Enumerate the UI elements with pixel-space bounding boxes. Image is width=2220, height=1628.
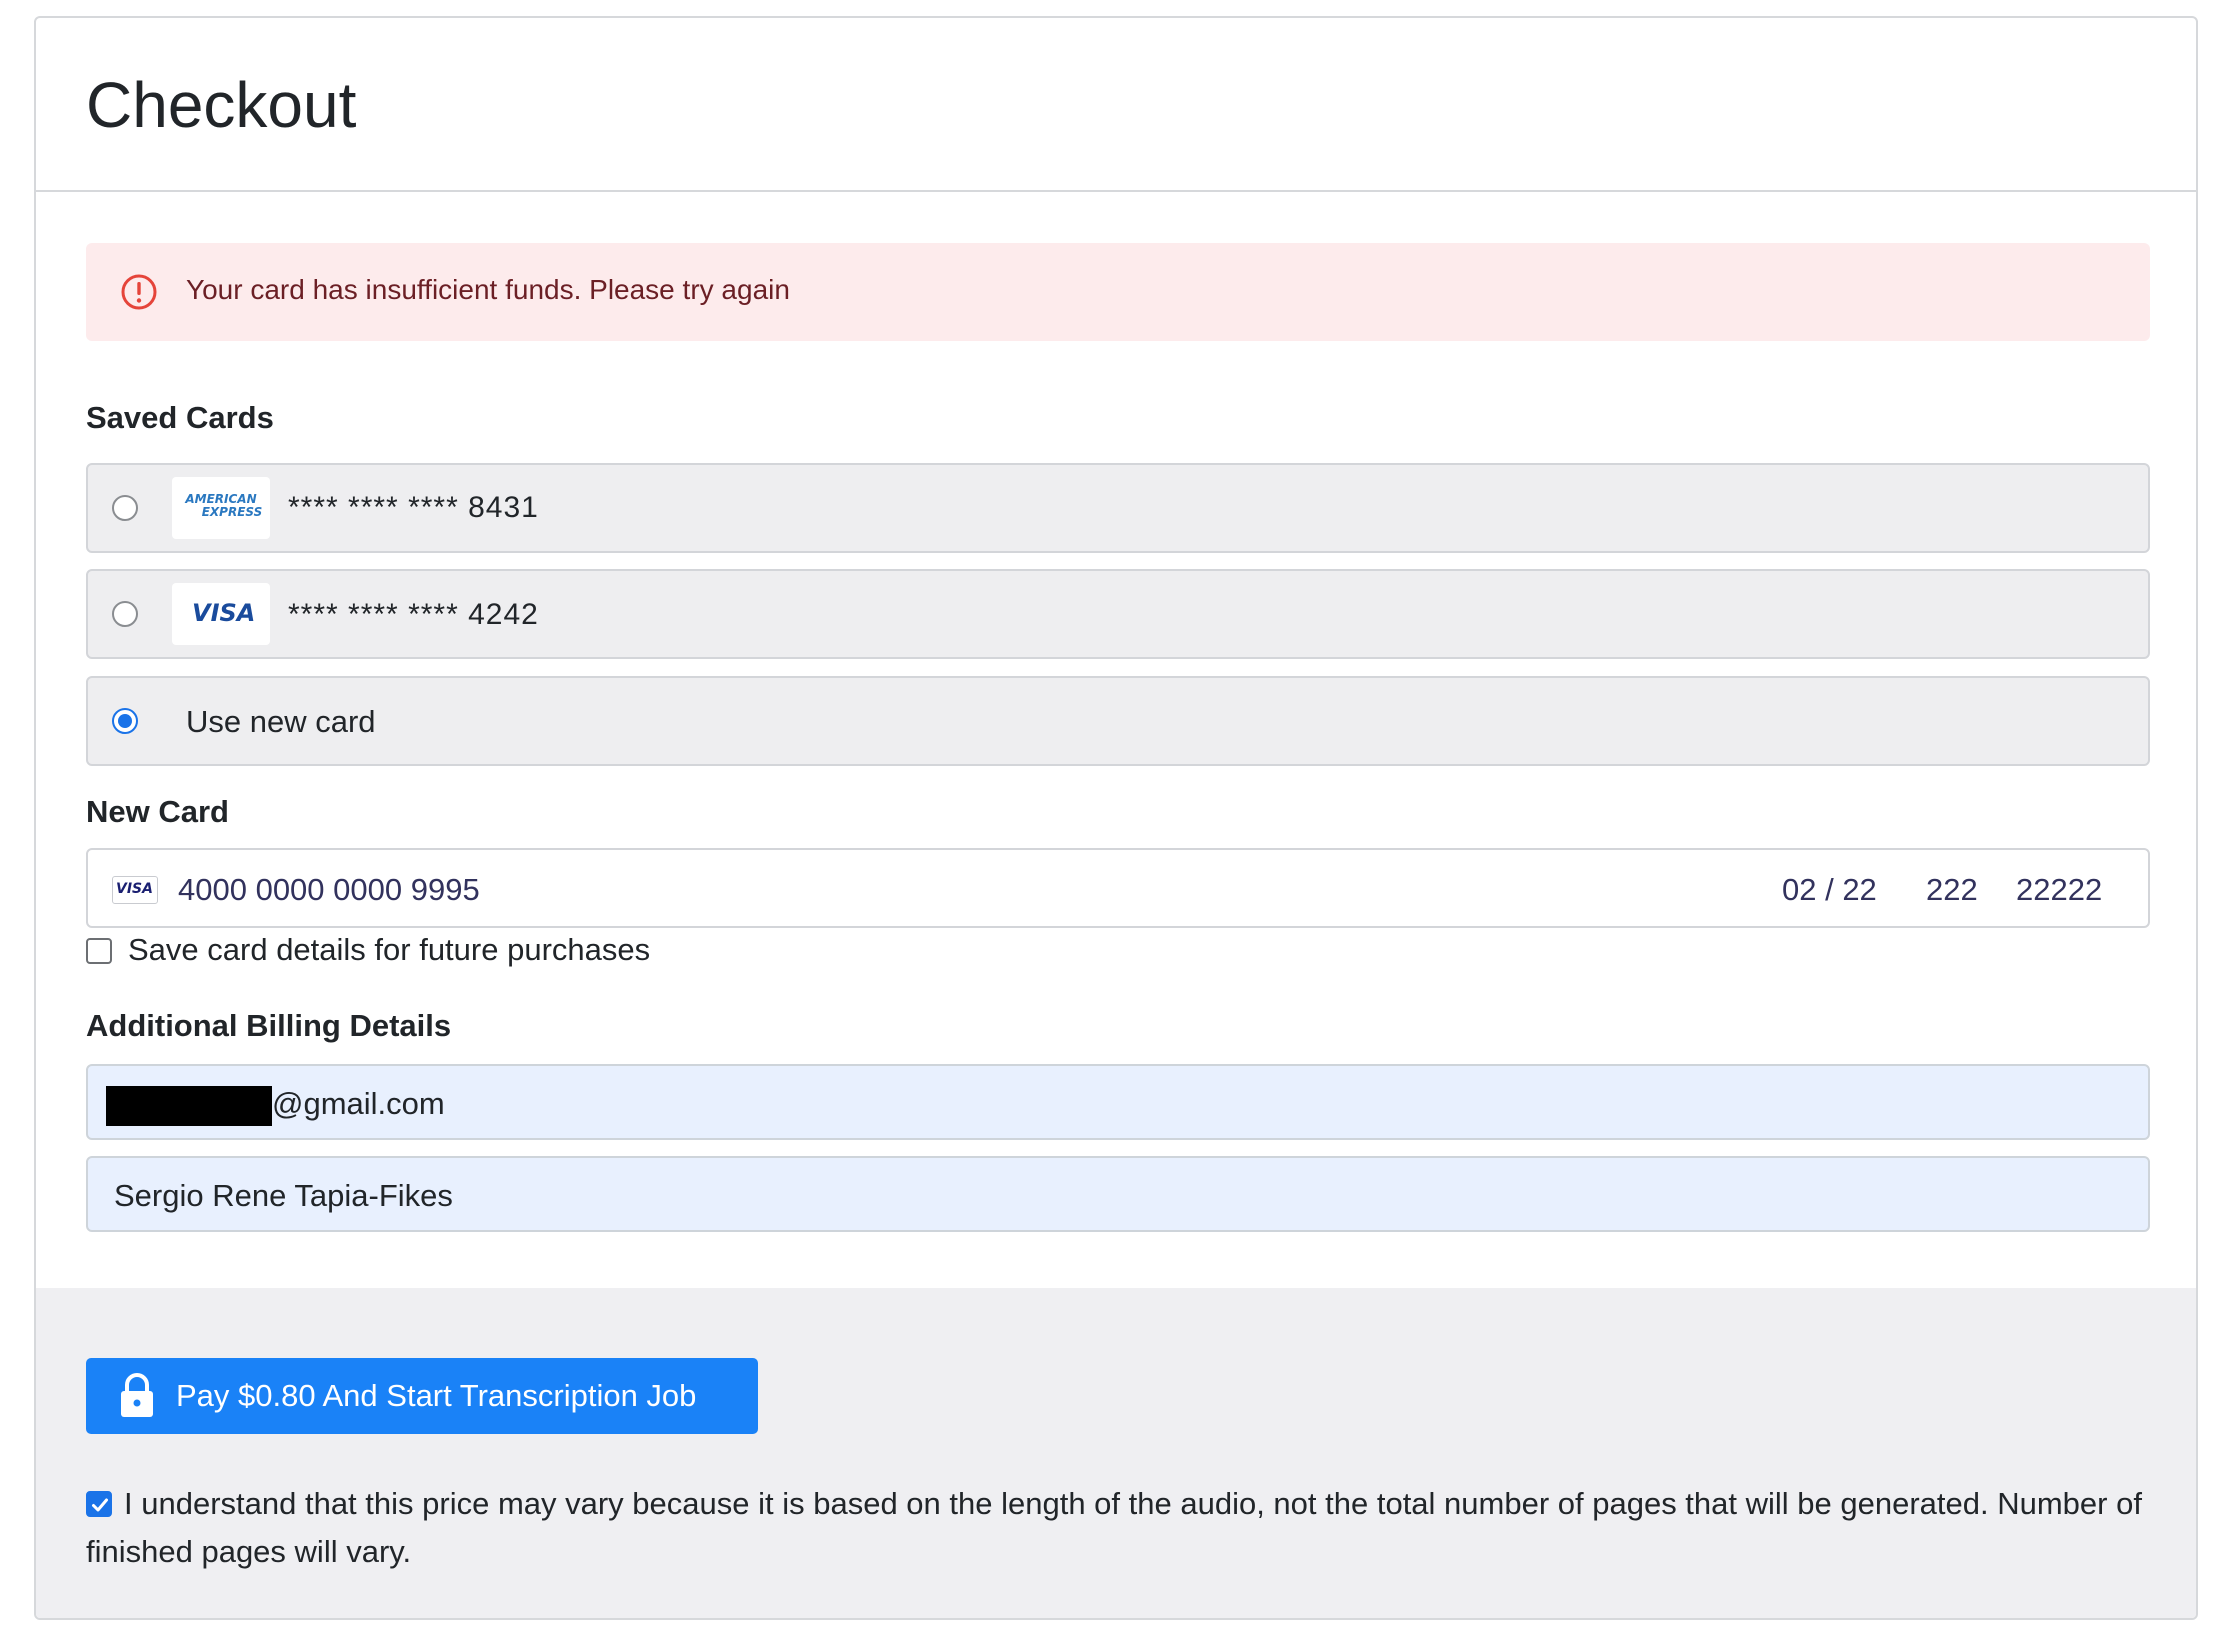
amex-logo-line2: EXPRESS <box>201 505 263 519</box>
card-cvc-input[interactable]: 222 <box>1926 872 1978 908</box>
new-card-label: New Card <box>86 794 229 829</box>
redacted-block <box>106 1086 272 1126</box>
visa-logo: VISA <box>172 583 270 645</box>
checkmark-icon <box>92 1498 108 1512</box>
saved-card-visa[interactable]: VISA **** **** **** 4242 <box>86 569 2150 659</box>
card-zip-input[interactable]: 22222 <box>2016 872 2102 908</box>
email-field[interactable]: @gmail.com <box>86 1064 2150 1140</box>
checkout-card: Checkout Your card has insufficient fund… <box>34 16 2198 1620</box>
radio-amex[interactable] <box>112 495 138 521</box>
pay-button-label: Pay $0.80 And Start Transcription Job <box>176 1378 697 1413</box>
card-mask: **** **** **** 8431 <box>288 491 539 525</box>
save-card-checkbox[interactable] <box>86 938 112 964</box>
error-alert: Your card has insufficient funds. Please… <box>86 243 2150 341</box>
card-mask-stars: **** **** **** <box>288 598 459 631</box>
name-value: Sergio Rene Tapia-Fikes <box>114 1178 453 1213</box>
price-disclaimer: I understand that this price may vary be… <box>86 1480 2166 1576</box>
saved-cards-label: Saved Cards <box>86 400 274 435</box>
save-card-label: Save card details for future purchases <box>128 932 651 967</box>
card-last4: 4242 <box>468 598 539 631</box>
pay-button[interactable]: Pay $0.80 And Start Transcription Job <box>86 1358 758 1434</box>
lock-icon <box>121 1373 153 1417</box>
card-element-input[interactable]: VISA 4000 0000 0000 9995 02 / 22 222 222… <box>86 848 2150 928</box>
page-title: Checkout <box>86 69 357 141</box>
card-mask: **** **** **** 4242 <box>288 598 539 632</box>
use-new-card-label: Use new card <box>186 704 376 739</box>
understand-text: I understand that this price may vary be… <box>86 1486 2142 1569</box>
card-expiry-input[interactable]: 02 / 22 <box>1782 872 1877 908</box>
alert-circle-icon <box>121 274 157 310</box>
use-new-card-option[interactable]: Use new card <box>86 676 2150 766</box>
alert-message: Your card has insufficient funds. Please… <box>186 274 790 305</box>
card-last4: 8431 <box>468 491 539 524</box>
name-field[interactable]: Sergio Rene Tapia-Fikes <box>86 1156 2150 1232</box>
saved-card-amex[interactable]: AMERICAN EXPRESS **** **** **** 8431 <box>86 463 2150 553</box>
card-number-input[interactable]: 4000 0000 0000 9995 <box>178 872 480 908</box>
card-header <box>36 18 2196 192</box>
radio-new-card[interactable] <box>112 708 138 734</box>
visa-brand-icon: VISA <box>112 876 158 904</box>
visa-brand-text: VISA <box>116 881 153 897</box>
billing-label: Additional Billing Details <box>86 1008 452 1043</box>
amex-logo: AMERICAN EXPRESS <box>172 477 270 539</box>
card-mask-stars: **** **** **** <box>288 491 459 524</box>
email-suffix: @gmail.com <box>272 1086 445 1121</box>
visa-logo-text: VISA <box>192 599 256 627</box>
radio-visa[interactable] <box>112 601 138 627</box>
understand-checkbox[interactable] <box>86 1491 112 1517</box>
